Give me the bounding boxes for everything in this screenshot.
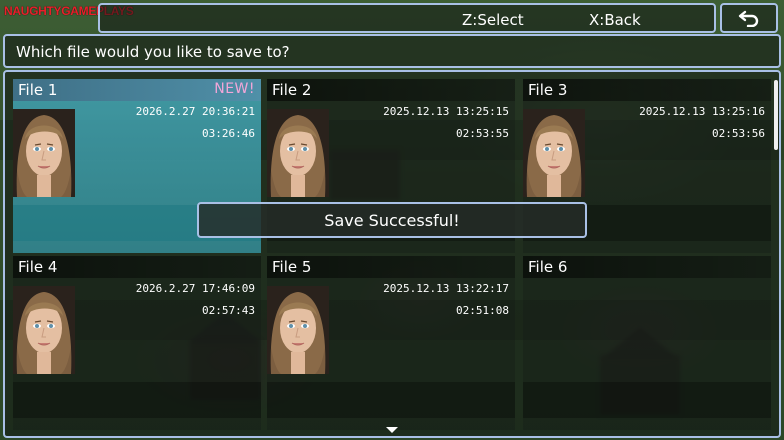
portrait-frame bbox=[267, 109, 329, 197]
select-hint: Z:Select bbox=[462, 11, 524, 29]
save-timestamp: 2025.12.13 13:25:15 bbox=[383, 105, 509, 118]
scrollbar[interactable] bbox=[774, 80, 778, 150]
save-slot-5[interactable]: File 5 2025.12.13 13:22:17 02:51:08 bbox=[267, 256, 515, 430]
play-time: 02:53:56 bbox=[712, 127, 765, 140]
slot-info-bar bbox=[523, 382, 771, 418]
slot-info-bar bbox=[13, 382, 261, 418]
save-timestamp: 2026.2.27 20:36:21 bbox=[135, 105, 255, 118]
save-timestamp: 2026.2.27 17:46:09 bbox=[135, 282, 255, 295]
slot-info-bar bbox=[267, 382, 515, 418]
slot-label: File 6 bbox=[528, 258, 568, 276]
character-portrait bbox=[267, 109, 329, 197]
save-prompt: Which file would you like to save to? bbox=[16, 43, 290, 61]
character-portrait bbox=[267, 286, 329, 374]
scroll-down-arrow-icon[interactable] bbox=[386, 427, 398, 433]
portrait-frame bbox=[13, 109, 75, 197]
save-slot-4[interactable]: File 4 2026.2.27 17:46:09 02:57:43 bbox=[13, 256, 261, 430]
save-slot-6[interactable]: File 6 bbox=[523, 256, 771, 430]
slot-label: File 2 bbox=[272, 81, 312, 99]
portrait-frame bbox=[13, 286, 75, 374]
character-portrait bbox=[13, 109, 75, 197]
slot-label: File 5 bbox=[272, 258, 312, 276]
slot-label: File 4 bbox=[18, 258, 58, 276]
back-hint: X:Back bbox=[589, 11, 641, 29]
slot-label: File 3 bbox=[528, 81, 568, 99]
save-timestamp: 2025.12.13 13:22:17 bbox=[383, 282, 509, 295]
save-timestamp: 2025.12.13 13:25:16 bbox=[639, 105, 765, 118]
play-time: 02:57:43 bbox=[202, 304, 255, 317]
portrait-frame bbox=[523, 109, 585, 197]
play-time: 02:51:08 bbox=[456, 304, 509, 317]
new-badge: NEW! bbox=[214, 81, 255, 97]
play-time: 02:53:55 bbox=[456, 127, 509, 140]
character-portrait bbox=[13, 286, 75, 374]
save-success-message: Save Successful! bbox=[197, 202, 587, 238]
portrait-frame bbox=[267, 286, 329, 374]
character-portrait bbox=[523, 109, 585, 197]
help-bar: Z:Select X:Back bbox=[98, 3, 716, 33]
return-arrow-icon bbox=[738, 10, 759, 27]
slot-label: File 1 bbox=[18, 81, 58, 99]
prompt-panel: Which file would you like to save to? bbox=[3, 34, 781, 68]
back-button[interactable] bbox=[720, 3, 778, 33]
play-time: 03:26:46 bbox=[202, 127, 255, 140]
